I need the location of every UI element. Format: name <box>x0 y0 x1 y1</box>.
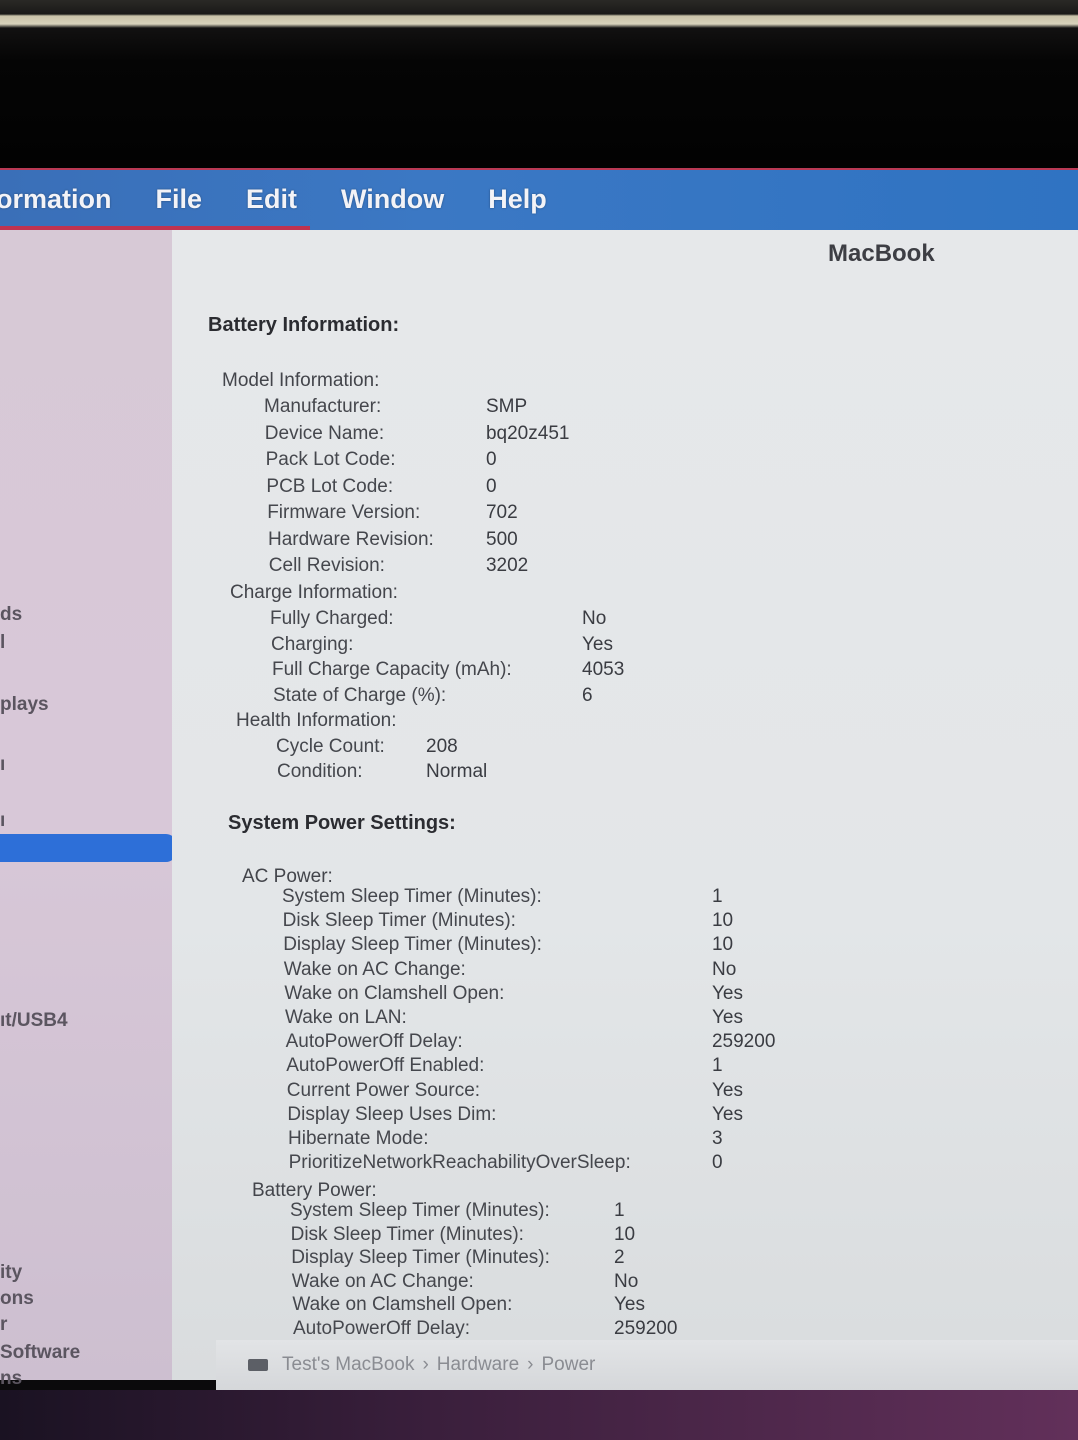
info-value: 4053 <box>582 659 625 680</box>
info-value: 1 <box>614 1200 625 1221</box>
info-key: Wake on AC Change: <box>291 1270 474 1292</box>
info-key: Charging: <box>271 633 354 655</box>
info-value: Normal <box>426 761 488 782</box>
info-value: 259200 <box>614 1317 678 1339</box>
info-key: Display Sleep Timer (Minutes): <box>291 1247 550 1268</box>
info-value: Yes <box>613 1294 645 1315</box>
info-value: bq20z451 <box>485 422 570 444</box>
info-key: Wake on LAN: <box>285 1007 407 1028</box>
charge-info-label: Charge Information: <box>230 582 398 603</box>
info-value: 3 <box>712 1128 723 1149</box>
info-key: Current Power Source: <box>286 1079 481 1101</box>
info-key: System Sleep Timer (Minutes): <box>290 1200 550 1221</box>
power-section-title: System Power Settings: <box>228 812 456 834</box>
breadcrumb: Test's MacBook › Hardware › Power <box>216 1340 1078 1390</box>
info-key: Pack Lot Code: <box>265 449 396 470</box>
info-value: 0 <box>485 449 497 470</box>
info-key: State of Charge (%): <box>273 684 447 706</box>
info-value: 1 <box>711 1055 723 1077</box>
menu-file[interactable]: File <box>156 184 203 215</box>
info-value: 208 <box>426 736 458 757</box>
info-value: 3202 <box>485 555 529 576</box>
info-value: 259200 <box>711 1031 776 1053</box>
sidebar-item[interactable]: ı <box>0 810 5 832</box>
sidebar-item[interactable]: ı <box>0 754 5 776</box>
info-key: Full Charge Capacity (mAh): <box>272 659 512 680</box>
info-key: AutoPowerOff Enabled: <box>286 1055 485 1077</box>
breadcrumb-hardware[interactable]: Hardware <box>437 1354 519 1376</box>
info-value: 0 <box>485 475 497 497</box>
info-value: 702 <box>485 502 518 523</box>
battery-section-title: Battery Information: <box>208 314 400 336</box>
sidebar-item[interactable]: ity <box>0 1262 22 1284</box>
sidebar-item[interactable]: ns <box>0 1368 22 1390</box>
menu-edit[interactable]: Edit <box>246 184 297 215</box>
menu-help[interactable]: Help <box>488 184 547 215</box>
machine-title: MacBook <box>828 240 935 267</box>
info-value: 1 <box>712 886 723 907</box>
info-key: PCB Lot Code: <box>266 475 394 497</box>
info-key: Firmware Version: <box>267 502 421 523</box>
health-info-label: Health Information: <box>236 710 397 731</box>
info-value: 6 <box>582 684 593 706</box>
info-key: Display Sleep Timer (Minutes): <box>283 934 542 956</box>
info-value: 10 <box>711 910 734 932</box>
battery-power-label: Battery Power: <box>252 1180 377 1201</box>
info-value: 10 <box>613 1223 636 1245</box>
breadcrumb-separator: › <box>527 1354 534 1375</box>
info-value: 0 <box>711 1152 723 1174</box>
info-key: Device Name: <box>264 422 385 444</box>
info-value: Yes <box>712 1007 743 1028</box>
info-key: Hibernate Mode: <box>288 1128 429 1149</box>
info-value: Yes <box>711 1079 743 1101</box>
info-key: PrioritizeNetworkReachabilityOverSleep: <box>288 1152 631 1174</box>
sidebar-item[interactable]: r <box>0 1314 7 1336</box>
breadcrumb-separator: › <box>422 1354 429 1375</box>
sidebar-item[interactable]: plays <box>0 694 49 716</box>
sidebar-item[interactable]: l <box>0 632 5 654</box>
breadcrumb-power[interactable]: Power <box>541 1354 595 1376</box>
info-value: 500 <box>486 528 518 550</box>
info-value: No <box>613 1270 639 1292</box>
info-key: System Sleep Timer (Minutes): <box>282 886 542 907</box>
info-value: Yes <box>711 1103 743 1125</box>
ac-power-label: AC Power: <box>242 866 333 887</box>
sidebar-item[interactable]: ıt/USB4 <box>0 1010 68 1032</box>
info-value: SMP <box>486 396 528 417</box>
info-key: Cycle Count: <box>276 736 385 757</box>
detail-pane: MacBook Battery Information: Model Infor… <box>172 230 1078 1380</box>
laptop-icon <box>248 1359 268 1371</box>
info-value: Yes <box>582 633 613 655</box>
menu-bar: ormation File Edit Window Help <box>0 168 1078 230</box>
info-key: Disk Sleep Timer (Minutes): <box>290 1223 524 1245</box>
breadcrumb-device[interactable]: Test's MacBook <box>282 1354 414 1376</box>
info-key: Wake on AC Change: <box>283 958 466 980</box>
sidebar-selected-highlight[interactable] <box>0 834 176 862</box>
info-key: Disk Sleep Timer (Minutes): <box>282 910 516 932</box>
info-value: 10 <box>711 934 734 956</box>
sidebar-item[interactable]: ons <box>0 1288 34 1310</box>
model-info-label: Model Information: <box>222 370 380 391</box>
info-value: No <box>582 608 607 629</box>
info-key: Hardware Revision: <box>268 528 434 550</box>
info-value: Yes <box>711 982 743 1004</box>
info-key: AutoPowerOff Delay: <box>285 1031 463 1053</box>
info-value: No <box>711 958 737 980</box>
sidebar: ds l plays ı ı ıt/USB4 ity ons r Softwar… <box>0 230 176 1389</box>
menu-window[interactable]: Window <box>341 184 444 215</box>
info-key: Wake on Clamshell Open: <box>292 1294 513 1315</box>
info-key: AutoPowerOff Delay: <box>293 1317 471 1339</box>
info-key: Cell Revision: <box>268 555 385 576</box>
sidebar-item[interactable]: ds <box>0 604 22 626</box>
info-key: Wake on Clamshell Open: <box>284 982 505 1004</box>
screen-bottom-edge <box>0 1390 1078 1440</box>
info-key: Condition: <box>277 761 363 782</box>
sidebar-item[interactable]: Software <box>0 1342 80 1364</box>
info-key: Display Sleep Uses Dim: <box>287 1103 497 1125</box>
info-key: Manufacturer: <box>264 396 382 417</box>
screen-bezel <box>0 0 1078 168</box>
info-value: 2 <box>613 1247 625 1268</box>
menu-app-name[interactable]: ormation <box>0 184 112 215</box>
info-key: Fully Charged: <box>270 608 394 629</box>
